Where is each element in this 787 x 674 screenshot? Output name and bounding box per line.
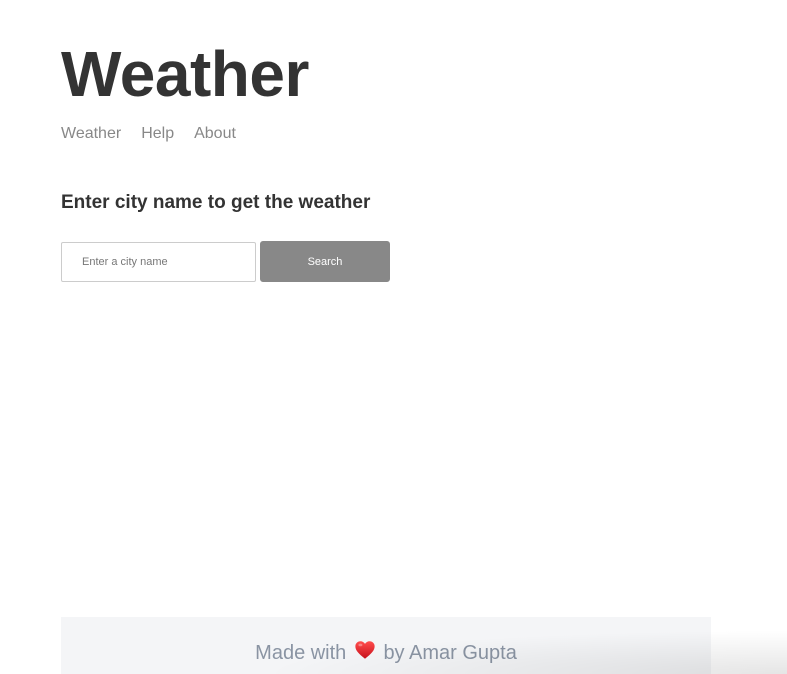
- city-input[interactable]: [61, 241, 256, 282]
- footer-prefix: Made with: [255, 642, 347, 664]
- main-nav: Weather Help About: [61, 124, 236, 144]
- nav-link-weather[interactable]: Weather: [61, 124, 121, 144]
- nav-link-help[interactable]: Help: [141, 124, 174, 144]
- footer-suffix: by Amar Gupta: [383, 642, 517, 664]
- heart-icon: [354, 639, 376, 661]
- page: Weather Weather Help About Enter city na…: [0, 0, 787, 674]
- footer: Made with by Amar Gupta: [61, 617, 711, 674]
- search-form: Search: [61, 241, 390, 282]
- search-prompt: Enter city name to get the weather: [61, 192, 371, 213]
- site-title: Weather: [61, 38, 309, 110]
- nav-link-about[interactable]: About: [194, 124, 236, 144]
- search-button[interactable]: Search: [260, 241, 390, 282]
